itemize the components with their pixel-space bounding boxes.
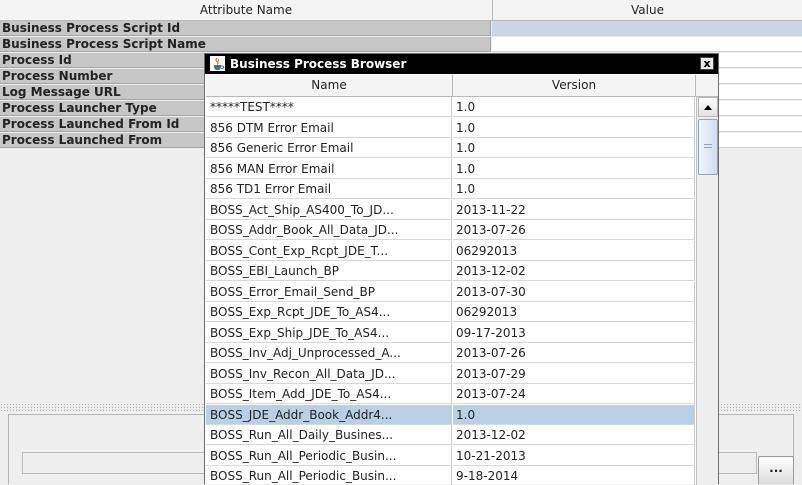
process-version-cell: 1.0: [453, 97, 695, 117]
process-name-cell: BOSS_Run_All_Daily_Busines...: [206, 425, 452, 445]
list-item[interactable]: BOSS_Inv_Recon_All_Data_JD... 2013-07-29: [206, 363, 695, 385]
process-name-cell: BOSS_Run_All_Periodic_Busin...: [206, 466, 452, 485]
list-item[interactable]: BOSS_Act_Ship_AS400_To_JD... 2013-11-22: [206, 199, 695, 221]
column-header-value[interactable]: Value: [493, 0, 802, 20]
attribute-label: Business Process Script Id: [0, 21, 491, 36]
column-header-version[interactable]: Version: [453, 75, 696, 96]
process-name-cell: BOSS_JDE_Addr_Book_Addr4...: [206, 404, 452, 425]
process-version-cell: 1.0: [453, 158, 695, 179]
dialog-title: Business Process Browser: [230, 57, 407, 71]
list-item[interactable]: BOSS_Cont_Exp_Rcpt_JDE_T... 06292013: [206, 240, 695, 262]
business-process-browser-dialog: Business Process Browser x Name Version …: [204, 53, 719, 485]
list-header: Name Version: [206, 75, 718, 97]
list-item[interactable]: BOSS_Run_All_Daily_Busines... 2013-12-02: [206, 425, 695, 446]
process-version-cell: 2013-12-02: [453, 261, 695, 281]
process-name-cell: BOSS_Addr_Book_All_Data_JD...: [206, 220, 452, 240]
process-name-cell: BOSS_Cont_Exp_Rcpt_JDE_T...: [206, 240, 452, 261]
process-name-cell: 856 DTM Error Email: [206, 117, 452, 138]
attribute-label: Business Process Script Name: [0, 37, 491, 52]
list-item[interactable]: BOSS_Item_Add_JDE_To_AS4... 2013-07-24: [206, 384, 695, 405]
close-button[interactable]: x: [700, 57, 714, 70]
list-item[interactable]: 856 DTM Error Email 1.0: [206, 117, 695, 139]
dialog-titlebar[interactable]: Business Process Browser x: [205, 54, 718, 74]
scroll-up-arrow-icon[interactable]: [698, 97, 718, 117]
process-version-cell: 09-17-2013: [453, 322, 695, 343]
process-version-cell: 2013-07-24: [453, 384, 695, 404]
scroll-thumb[interactable]: [698, 119, 718, 175]
list-item[interactable]: BOSS_JDE_Addr_Book_Addr4... 1.0: [206, 404, 695, 426]
attribute-value[interactable]: [492, 37, 802, 52]
list-item[interactable]: BOSS_EBI_Launch_BP 2013-12-02: [206, 261, 695, 282]
attribute-table-header: Attribute Name Value: [0, 0, 802, 21]
process-name-cell: BOSS_Exp_Ship_JDE_To_AS4...: [206, 322, 452, 343]
process-version-cell: 1.0: [453, 138, 695, 158]
process-version-cell: 10-21-2013: [453, 445, 695, 466]
process-version-cell: 1.0: [453, 117, 695, 138]
list-item[interactable]: 856 TD1 Error Email 1.0: [206, 179, 695, 200]
process-name-cell: BOSS_Run_All_Periodic_Busin...: [206, 445, 452, 466]
list-item[interactable]: BOSS_Addr_Book_All_Data_JD... 2013-07-26: [206, 220, 695, 241]
process-name-cell: BOSS_Error_Email_Send_BP: [206, 281, 452, 302]
list-item[interactable]: BOSS_Run_All_Periodic_Busin... 10-21-2013: [206, 445, 695, 467]
process-version-cell: 2013-07-26: [453, 220, 695, 240]
list-item[interactable]: BOSS_Error_Email_Send_BP 2013-07-30: [206, 281, 695, 303]
process-version-cell: 2013-07-26: [453, 343, 695, 363]
process-version-cell: 2013-11-22: [453, 199, 695, 220]
browse-button[interactable]: ...: [758, 456, 794, 484]
java-cup-icon: [210, 56, 225, 71]
list-item[interactable]: BOSS_Run_All_Periodic_Busin... 9-18-2014: [206, 466, 695, 485]
table-row[interactable]: Business Process Script Id: [0, 21, 802, 37]
process-version-cell: 1.0: [453, 179, 695, 199]
vertical-scrollbar[interactable]: [696, 97, 718, 485]
process-version-cell: 2013-12-02: [453, 425, 695, 445]
process-version-cell: 06292013: [453, 240, 695, 261]
list-item[interactable]: *****TEST**** 1.0: [206, 97, 695, 118]
process-name-cell: BOSS_Inv_Adj_Unprocessed_A...: [206, 343, 452, 363]
list-item[interactable]: 856 MAN Error Email 1.0: [206, 158, 695, 180]
process-name-cell: *****TEST****: [206, 97, 452, 117]
list-item[interactable]: 856 Generic Error Email 1.0: [206, 138, 695, 159]
process-name-cell: BOSS_EBI_Launch_BP: [206, 261, 452, 281]
column-header-name[interactable]: Name: [206, 75, 453, 96]
process-name-cell: BOSS_Item_Add_JDE_To_AS4...: [206, 384, 452, 404]
process-version-cell: 2013-07-30: [453, 281, 695, 302]
process-name-cell: BOSS_Exp_Rcpt_JDE_To_AS4...: [206, 302, 452, 322]
list-item[interactable]: BOSS_Inv_Adj_Unprocessed_A... 2013-07-26: [206, 343, 695, 364]
process-name-cell: BOSS_Act_Ship_AS400_To_JD...: [206, 199, 452, 220]
process-name-cell: BOSS_Inv_Recon_All_Data_JD...: [206, 363, 452, 384]
process-version-cell: 06292013: [453, 302, 695, 322]
process-version-cell: 2013-07-29: [453, 363, 695, 384]
process-version-cell: 1.0: [453, 404, 695, 425]
process-name-cell: 856 MAN Error Email: [206, 158, 452, 179]
column-header-attribute-name[interactable]: Attribute Name: [0, 0, 493, 20]
attribute-value[interactable]: [492, 21, 802, 36]
list-item[interactable]: BOSS_Exp_Ship_JDE_To_AS4... 09-17-2013: [206, 322, 695, 344]
list-item[interactable]: BOSS_Exp_Rcpt_JDE_To_AS4... 06292013: [206, 302, 695, 323]
process-name-cell: 856 TD1 Error Email: [206, 179, 452, 199]
process-list[interactable]: *****TEST**** 1.0 856 DTM Error Email 1.0 85…: [206, 97, 695, 485]
process-version-cell: 9-18-2014: [453, 466, 695, 485]
process-name-cell: 856 Generic Error Email: [206, 138, 452, 158]
table-row[interactable]: Business Process Script Name: [0, 37, 802, 53]
